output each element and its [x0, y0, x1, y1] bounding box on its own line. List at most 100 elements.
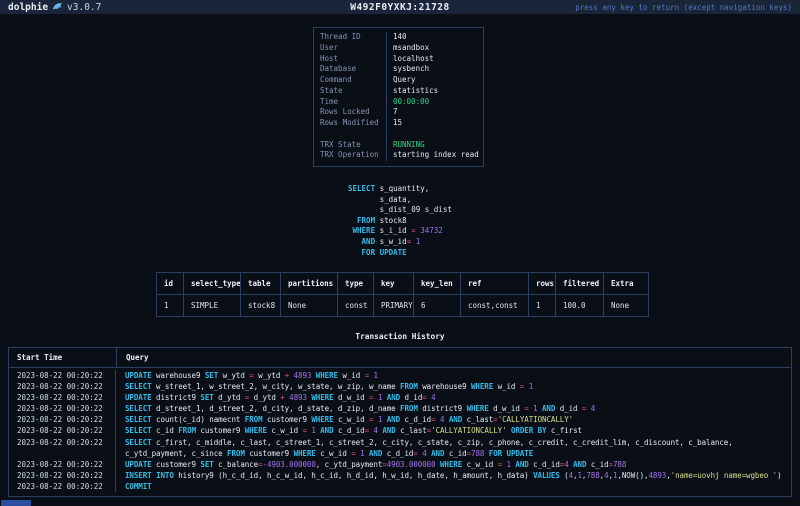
field-label: TRX State	[314, 140, 386, 151]
field-label: Rows Modified	[314, 118, 386, 129]
field-value: sysbench	[386, 64, 483, 75]
explain-column-header: table	[241, 273, 281, 295]
thread-detail-row: Statestatistics	[314, 86, 483, 97]
thread-detail-row: Rows Modified15	[314, 118, 483, 129]
transaction-query: UPDATE warehouse9 SET w_ytd = w_ytd + 48…	[116, 370, 791, 381]
explain-column-header: id	[157, 273, 184, 295]
transaction-start-time: 2023-08-22 00:20:22	[9, 459, 116, 470]
explain-column-header: type	[338, 273, 374, 295]
field-value: 140	[386, 32, 483, 43]
field-label: Thread ID	[314, 32, 386, 43]
transaction-row: 2023-08-22 00:20:22INSERT INTO history9 …	[9, 470, 791, 481]
transaction-row: 2023-08-22 00:20:22UPDATE customer9 SET …	[9, 459, 791, 470]
explain-column-header: rows	[529, 273, 556, 295]
field-label: State	[314, 86, 386, 97]
field-value: RUNNING	[386, 140, 483, 151]
transaction-history-title: Transaction History	[0, 332, 800, 341]
field-label: Database	[314, 64, 386, 75]
transaction-start-time: 2023-08-22 00:20:22	[9, 470, 116, 481]
transaction-row: 2023-08-22 00:20:22UPDATE warehouse9 SET…	[9, 370, 791, 381]
column-header-query: Query	[116, 348, 791, 367]
explain-column-header: ref	[461, 273, 529, 295]
transaction-history-table: Start Time Query 2023-08-22 00:20:22UPDA…	[8, 347, 792, 497]
field-label	[314, 129, 386, 140]
transaction-row: 2023-08-22 00:20:22COMMIT	[9, 481, 791, 492]
header-bar: dolphie v3.0.7 W492F0YXKJ:21728 press an…	[0, 0, 800, 14]
scrollbar-indicator[interactable]	[1, 500, 31, 506]
explain-cell: None	[604, 295, 648, 316]
transaction-query: INSERT INTO history9 (h_c_d_id, h_c_w_id…	[116, 470, 791, 481]
field-label: Host	[314, 54, 386, 65]
transaction-row: 2023-08-22 00:20:22SELECT d_street_1, d_…	[9, 403, 791, 414]
explain-cell: const	[338, 295, 374, 316]
thread-detail-row: Thread ID140	[314, 32, 483, 43]
field-value: 00:00:00	[386, 97, 483, 108]
explain-cell: None	[281, 295, 338, 316]
thread-detail-row: Usermsandbox	[314, 43, 483, 54]
transaction-query: COMMIT	[116, 481, 791, 492]
explain-cell: PRIMARY	[374, 295, 414, 316]
field-label: Time	[314, 97, 386, 108]
column-header-start-time: Start Time	[9, 348, 116, 367]
dolphin-icon	[52, 1, 63, 14]
explain-cell: SIMPLE	[184, 295, 241, 316]
thread-detail-row: TRX Operationstarting index read	[314, 150, 483, 161]
field-value	[386, 129, 483, 140]
field-value: 15	[386, 118, 483, 129]
field-label: Command	[314, 75, 386, 86]
field-value: starting index read	[386, 150, 483, 161]
transaction-history-body: 2023-08-22 00:20:22UPDATE warehouse9 SET…	[9, 368, 791, 496]
transaction-start-time: 2023-08-22 00:20:22	[9, 403, 116, 414]
thread-detail-row: Databasesysbench	[314, 64, 483, 75]
sql-line: FOR UPDATE	[348, 248, 452, 259]
explain-cell: 1	[157, 295, 184, 316]
transaction-start-time: 2023-08-22 00:20:22	[9, 425, 116, 436]
transaction-start-time: 2023-08-22 00:20:22	[9, 414, 116, 425]
transaction-start-time: 2023-08-22 00:20:22	[9, 381, 116, 392]
thread-detail-row: Hostlocalhost	[314, 54, 483, 65]
explain-table: idselect_typetablepartitionstypekeykey_l…	[156, 272, 649, 317]
transaction-query: UPDATE customer9 SET c_balance=-4903.000…	[116, 459, 791, 470]
field-label: Rows Locked	[314, 107, 386, 118]
transaction-query: SELECT d_street_1, d_street_2, d_city, d…	[116, 403, 791, 414]
thread-detail-row: Rows Locked7	[314, 107, 483, 118]
explain-column-header: filtered	[556, 273, 604, 295]
field-value: localhost	[386, 54, 483, 65]
field-label: User	[314, 43, 386, 54]
field-value: msandbox	[386, 43, 483, 54]
keyboard-hint: press any key to return (except navigati…	[575, 3, 792, 12]
field-value: 7	[386, 107, 483, 118]
thread-detail-row	[314, 129, 483, 140]
thread-detail-row: CommandQuery	[314, 75, 483, 86]
transaction-start-time: 2023-08-22 00:20:22	[9, 392, 116, 403]
app-name: dolphie	[8, 2, 48, 13]
transaction-history-header: Start Time Query	[9, 348, 791, 368]
explain-column-header: key	[374, 273, 414, 295]
explain-cell: const,const	[461, 295, 529, 316]
transaction-query: SELECT c_id FROM customer9 WHERE c_w_id …	[116, 425, 791, 436]
sql-line: WHERE s_i_id = 34732	[348, 226, 452, 237]
transaction-query: SELECT count(c_id) namecnt FROM customer…	[116, 414, 791, 425]
explain-column-header: partitions	[281, 273, 338, 295]
field-label: TRX Operation	[314, 150, 386, 161]
sql-line: s_dist_09 s_dist	[348, 205, 452, 216]
transaction-query: UPDATE district9 SET d_ytd = d_ytd + 489…	[116, 392, 791, 403]
explain-cell: 6	[414, 295, 461, 316]
transaction-row: 2023-08-22 00:20:22UPDATE district9 SET …	[9, 392, 791, 403]
explain-cell: 100.0	[556, 295, 604, 316]
transaction-query: SELECT w_street_1, w_street_2, w_city, w…	[116, 381, 791, 392]
sql-line: SELECT s_quantity,	[348, 184, 452, 195]
sql-query-block: SELECT s_quantity, s_data, s_dist_09 s_d…	[348, 184, 452, 258]
sql-line: AND s_w_id= 1	[348, 237, 452, 248]
field-value: statistics	[386, 86, 483, 97]
thread-detail-panel: Thread ID140UsermsandboxHostlocalhostDat…	[313, 27, 484, 167]
thread-detail-row: TRX StateRUNNING	[314, 140, 483, 151]
transaction-row: 2023-08-22 00:20:22SELECT c_first, c_mid…	[9, 437, 791, 459]
explain-cell: 1	[529, 295, 556, 316]
thread-detail-row: Time00:00:00	[314, 97, 483, 108]
app-title: dolphie v3.0.7	[8, 1, 101, 14]
transaction-row: 2023-08-22 00:20:22SELECT count(c_id) na…	[9, 414, 791, 425]
explain-column-header: Extra	[604, 273, 648, 295]
app-version: v3.0.7	[67, 2, 101, 13]
explain-column-header: select_type	[184, 273, 241, 295]
